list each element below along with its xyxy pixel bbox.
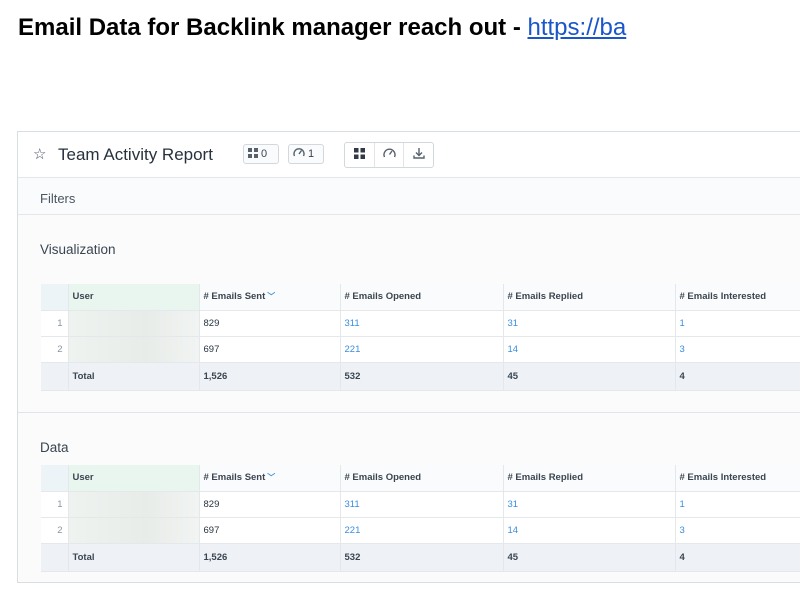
emails-replied-link[interactable]: 31 [503, 491, 676, 518]
column-header-emails-interested[interactable]: # Emails Interested [675, 284, 800, 311]
grid-view-icon [353, 146, 365, 164]
emails-opened-link[interactable]: 221 [340, 517, 504, 544]
visualization-table: User # Emails Sent ﹀ # Emails Opened # Em… [41, 284, 800, 391]
headline-link[interactable]: https://ba [528, 14, 627, 41]
row-index [41, 543, 69, 572]
emails-interested-link[interactable]: 1 [675, 491, 800, 518]
data-section-title: Data [40, 440, 69, 455]
column-header-emails-replied[interactable]: # Emails Replied [503, 284, 676, 311]
star-icon[interactable]: ☆ [33, 145, 46, 163]
total-emails-interested: 4 [675, 543, 800, 572]
user-cell-redacted [68, 517, 200, 544]
row-index: 1 [41, 491, 69, 518]
sort-descending-icon: ﹀ [267, 473, 276, 483]
report-panel: ☆ Team Activity Report 0 1 Filters Visua… [17, 131, 800, 583]
table-row: 1 829 311 31 1 [41, 491, 800, 518]
row-index-header [41, 284, 69, 311]
download-icon [412, 146, 425, 164]
grid-view-button[interactable] [345, 143, 375, 167]
emails-replied-link[interactable]: 14 [503, 517, 676, 544]
gauge-icon [293, 147, 305, 161]
column-header-emails-replied[interactable]: # Emails Replied [503, 465, 676, 492]
table-header-row: User # Emails Sent ﹀ # Emails Opened # Em… [41, 284, 800, 311]
gauge-view-icon [382, 146, 396, 164]
row-index [41, 362, 69, 391]
report-header: ☆ Team Activity Report 0 1 [18, 132, 800, 178]
column-header-emails-interested[interactable]: # Emails Interested [675, 465, 800, 492]
total-emails-opened: 532 [340, 362, 504, 391]
tiles-count-chip[interactable]: 0 [243, 144, 279, 164]
column-header-label: # Emails Sent [203, 472, 266, 484]
sort-descending-icon: ﹀ [267, 292, 276, 302]
column-header-emails-sent[interactable]: # Emails Sent ﹀ [199, 465, 341, 492]
user-cell-redacted [68, 310, 200, 337]
total-emails-replied: 45 [503, 362, 676, 391]
headline-text: Email Data for Backlink manager reach ou… [18, 14, 528, 41]
row-index-header [41, 465, 69, 492]
section-divider [18, 412, 800, 413]
row-index: 2 [41, 336, 69, 363]
column-header-emails-opened[interactable]: # Emails Opened [340, 465, 504, 492]
tiles-count: 0 [261, 148, 268, 160]
table-row: 2 697 221 14 3 [41, 336, 800, 363]
emails-opened-link[interactable]: 221 [340, 336, 504, 363]
view-toolbar [344, 142, 434, 168]
column-header-emails-opened[interactable]: # Emails Opened [340, 284, 504, 311]
emails-interested-link[interactable]: 3 [675, 517, 800, 544]
emails-interested-link[interactable]: 3 [675, 336, 800, 363]
total-emails-sent: 1,526 [199, 543, 341, 572]
emails-sent-cell: 829 [199, 310, 341, 337]
user-cell-redacted [68, 336, 200, 363]
filters-bar[interactable]: Filters [18, 179, 800, 215]
total-emails-sent: 1,526 [199, 362, 341, 391]
total-emails-replied: 45 [503, 543, 676, 572]
total-emails-interested: 4 [675, 362, 800, 391]
emails-opened-link[interactable]: 311 [340, 491, 504, 518]
row-index: 2 [41, 517, 69, 544]
emails-sent-cell: 697 [199, 517, 341, 544]
row-index: 1 [41, 310, 69, 337]
gauges-count: 1 [308, 148, 315, 160]
gauge-view-button[interactable] [375, 143, 405, 167]
emails-replied-link[interactable]: 14 [503, 336, 676, 363]
table-header-row: User # Emails Sent ﹀ # Emails Opened # Em… [41, 465, 800, 492]
column-header-user[interactable]: User [68, 465, 200, 492]
report-title: Team Activity Report [58, 145, 213, 164]
visualization-section-title: Visualization [40, 242, 116, 257]
grid-icon [248, 147, 258, 161]
table-row: 2 697 221 14 3 [41, 517, 800, 544]
emails-sent-cell: 829 [199, 491, 341, 518]
download-button[interactable] [404, 143, 433, 167]
emails-sent-cell: 697 [199, 336, 341, 363]
total-row: Total 1,526 532 45 4 [41, 362, 800, 391]
emails-replied-link[interactable]: 31 [503, 310, 676, 337]
emails-interested-link[interactable]: 1 [675, 310, 800, 337]
page-headline: Email Data for Backlink manager reach ou… [18, 14, 626, 42]
gauges-count-chip[interactable]: 1 [288, 144, 324, 164]
filters-label: Filters [40, 191, 76, 206]
total-row: Total 1,526 532 45 4 [41, 543, 800, 572]
total-label: Total [68, 362, 200, 391]
total-label: Total [68, 543, 200, 572]
total-emails-opened: 532 [340, 543, 504, 572]
user-cell-redacted [68, 491, 200, 518]
data-table: User # Emails Sent ﹀ # Emails Opened # Em… [41, 465, 800, 572]
table-row: 1 829 311 31 1 [41, 310, 800, 337]
column-header-label: # Emails Sent [203, 291, 266, 303]
column-header-user[interactable]: User [68, 284, 200, 311]
column-header-emails-sent[interactable]: # Emails Sent ﹀ [199, 284, 341, 311]
emails-opened-link[interactable]: 311 [340, 310, 504, 337]
